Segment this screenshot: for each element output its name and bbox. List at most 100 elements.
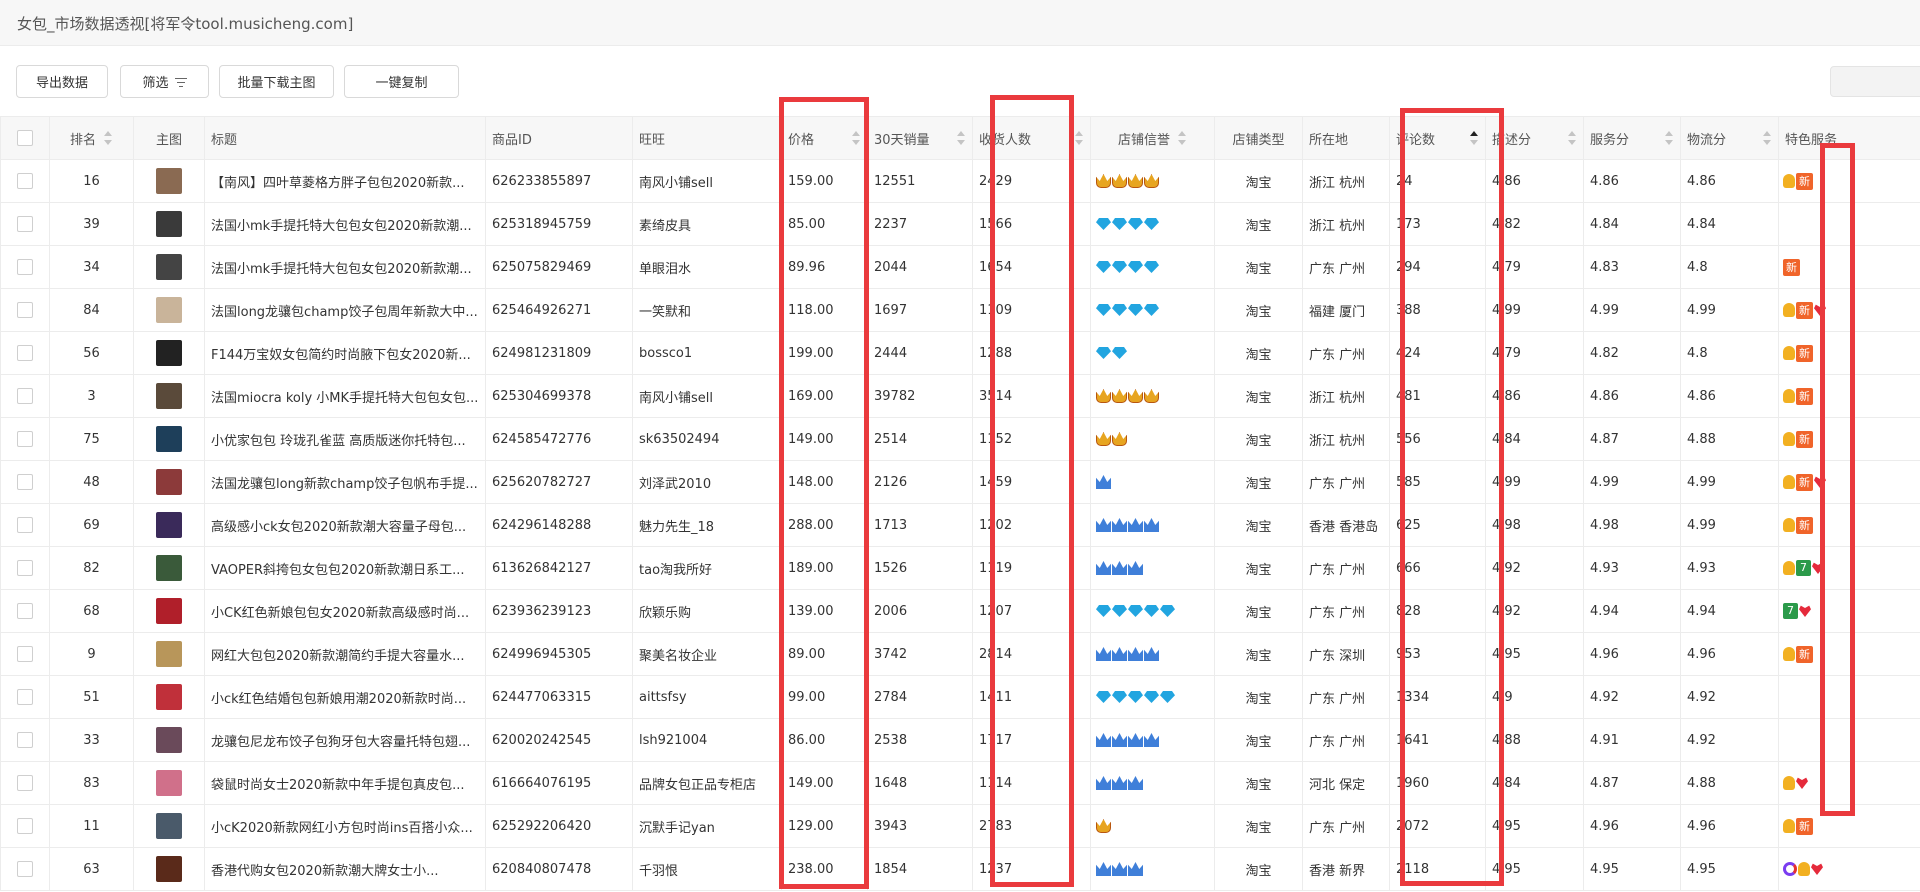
product-thumbnail[interactable] [156, 856, 182, 882]
reviews-cell: 666 [1389, 546, 1486, 590]
table-row[interactable]: 9 网红大包包2020新款潮简约手提大容量水... 624996945305 聚美名妆… [0, 632, 1920, 676]
product-thumbnail[interactable] [156, 168, 182, 194]
title-cell[interactable]: 法国小mk手提托特大包包女包2020新款潮... [204, 245, 486, 289]
col-buyers[interactable]: 收货人数 [972, 116, 1091, 160]
sort-asc-icon[interactable] [1470, 131, 1479, 145]
row-checkbox[interactable] [17, 818, 33, 834]
col-logistics-score[interactable]: 物流分 [1680, 116, 1779, 160]
title-cell[interactable]: 法国miocra koly 小MK手提托特大包包女包... [204, 374, 486, 418]
sort-icon[interactable] [1178, 131, 1187, 145]
title-cell[interactable]: 高级感小ck女包2020新款潮大容量子母包... [204, 503, 486, 547]
product-thumbnail[interactable] [156, 512, 182, 538]
product-thumbnail[interactable] [156, 426, 182, 452]
col-rank[interactable]: 排名 [49, 116, 134, 160]
table-row[interactable]: 16 【南风】四叶草菱格方胖子包包2020新款... 626233855897 南风小… [0, 159, 1920, 203]
product-thumbnail[interactable] [156, 727, 182, 753]
rank-cell: 9 [49, 632, 134, 676]
price-cell: 159.00 [781, 159, 868, 203]
table-row[interactable]: 56 F144万宝奴女包简约时尚腋下包女2020新... 624981231809 b… [0, 331, 1920, 375]
product-thumbnail[interactable] [156, 340, 182, 366]
col-service-score[interactable]: 服务分 [1583, 116, 1681, 160]
row-checkbox[interactable] [17, 646, 33, 662]
product-thumbnail[interactable] [156, 297, 182, 323]
price-cell: 89.00 [781, 632, 868, 676]
title-cell[interactable]: 小优家包包 玲珑孔雀蓝 高质版迷你托特包... [204, 417, 486, 461]
table-row[interactable]: 75 小优家包包 玲珑孔雀蓝 高质版迷你托特包... 624585472776 sk6… [0, 417, 1920, 461]
location-cell: 广东 广州 [1302, 804, 1390, 848]
table-row[interactable]: 48 法国龙骧包long新款champ饺子包帆布手提... 625620782727… [0, 460, 1920, 504]
title-cell[interactable]: 网红大包包2020新款潮简约手提大容量水... [204, 632, 486, 676]
row-checkbox[interactable] [17, 517, 33, 533]
product-thumbnail[interactable] [156, 254, 182, 280]
service-score-cell: 4.84 [1583, 202, 1681, 246]
col-reviews[interactable]: 评论数 [1389, 116, 1486, 160]
row-checkbox[interactable] [17, 689, 33, 705]
title-cell[interactable]: 法国龙骧包long新款champ饺子包帆布手提... [204, 460, 486, 504]
sort-icon[interactable] [1665, 131, 1674, 145]
product-thumbnail[interactable] [156, 770, 182, 796]
table-row[interactable]: 11 小cK2020新款网红小方包时尚ins百搭小众... 625292206420… [0, 804, 1920, 848]
table-row[interactable]: 51 小ck红色结婚包包新娘用潮2020新款时尚... 624477063315 ai… [0, 675, 1920, 719]
row-checkbox[interactable] [17, 603, 33, 619]
table-row[interactable]: 34 法国小mk手提托特大包包女包2020新款潮... 625075829469 单眼… [0, 245, 1920, 289]
product-thumbnail[interactable] [156, 813, 182, 839]
row-checkbox[interactable] [17, 388, 33, 404]
col-sales30[interactable]: 30天销量 [867, 116, 973, 160]
title-cell[interactable]: VAOPER斜挎包女包包2020新款潮日系工... [204, 546, 486, 590]
row-checkbox[interactable] [17, 431, 33, 447]
select-all-checkbox[interactable] [17, 130, 33, 146]
copy-all-button[interactable]: 一键复制 [344, 65, 459, 98]
col-credit[interactable]: 店铺信誉 [1090, 116, 1215, 160]
title-cell[interactable]: 【南风】四叶草菱格方胖子包包2020新款... [204, 159, 486, 203]
product-thumbnail[interactable] [156, 598, 182, 624]
table-row[interactable]: 83 袋鼠时尚女士2020新款中年手提包真皮包... 616664076195 品牌女… [0, 761, 1920, 805]
row-checkbox[interactable] [17, 474, 33, 490]
row-checkbox[interactable] [17, 775, 33, 791]
sort-icon[interactable] [1763, 131, 1772, 145]
col-price[interactable]: 价格 [781, 116, 868, 160]
product-thumbnail[interactable] [156, 469, 182, 495]
table-row[interactable]: 82 VAOPER斜挎包女包包2020新款潮日系工... 613626842127 t… [0, 546, 1920, 590]
sort-icon[interactable] [957, 131, 966, 145]
title-cell[interactable]: F144万宝奴女包简约时尚腋下包女2020新... [204, 331, 486, 375]
table-row[interactable]: 39 法国小mk手提托特大包包女包2020新款潮... 625318945759 素绮… [0, 202, 1920, 246]
row-checkbox[interactable] [17, 173, 33, 189]
table-row[interactable]: 68 小CK红色新娘包包女2020新款高级感时尚... 623936239123 欣颖… [0, 589, 1920, 633]
sort-icon[interactable] [852, 131, 861, 145]
row-checkbox[interactable] [17, 732, 33, 748]
title-cell[interactable]: 小CK红色新娘包包女2020新款高级感时尚... [204, 589, 486, 633]
product-thumbnail[interactable] [156, 555, 182, 581]
table-row[interactable]: 33 龙骧包尼龙布饺子包狗牙包大容量托特包翅... 620020242545 lsh9… [0, 718, 1920, 762]
row-checkbox[interactable] [17, 302, 33, 318]
title-cell[interactable]: 法国小mk手提托特大包包女包2020新款潮... [204, 202, 486, 246]
batch-download-button[interactable]: 批量下载主图 [219, 65, 334, 98]
product-thumbnail[interactable] [156, 641, 182, 667]
logistics-score-cell: 4.99 [1680, 460, 1779, 504]
diamond-icon [1144, 218, 1159, 230]
sort-icon[interactable] [1075, 131, 1084, 145]
table-row[interactable]: 63 香港代购女包2020新款潮大牌女士小... 620840807478 千羽恨 23… [0, 847, 1920, 891]
export-button[interactable]: 导出数据 [16, 65, 108, 98]
title-cell[interactable]: 龙骧包尼龙布饺子包狗牙包大容量托特包翅... [204, 718, 486, 762]
title-cell[interactable]: 香港代购女包2020新款潮大牌女士小... [204, 847, 486, 891]
title-cell[interactable]: 法国long龙骧包champ饺子包周年新款大中... [204, 288, 486, 332]
sort-icon[interactable] [1568, 131, 1577, 145]
row-checkbox[interactable] [17, 216, 33, 232]
table-row[interactable]: 69 高级感小ck女包2020新款潮大容量子母包... 624296148288 魅力… [0, 503, 1920, 547]
table-row[interactable]: 3 法国miocra koly 小MK手提托特大包包女包... 6253046993… [0, 374, 1920, 418]
product-thumbnail[interactable] [156, 211, 182, 237]
product-thumbnail[interactable] [156, 383, 182, 409]
filter-button[interactable]: 筛选 [120, 65, 209, 98]
col-desc-score[interactable]: 描述分 [1485, 116, 1584, 160]
product-thumbnail[interactable] [156, 684, 182, 710]
row-checkbox[interactable] [17, 861, 33, 877]
search-box[interactable] [1830, 66, 1920, 97]
table-row[interactable]: 84 法国long龙骧包champ饺子包周年新款大中... 625464926271… [0, 288, 1920, 332]
row-checkbox[interactable] [17, 345, 33, 361]
title-cell[interactable]: 小cK2020新款网红小方包时尚ins百搭小众... [204, 804, 486, 848]
row-checkbox[interactable] [17, 560, 33, 576]
title-cell[interactable]: 小ck红色结婚包包新娘用潮2020新款时尚... [204, 675, 486, 719]
sort-icon[interactable] [104, 131, 113, 145]
row-checkbox[interactable] [17, 259, 33, 275]
title-cell[interactable]: 袋鼠时尚女士2020新款中年手提包真皮包... [204, 761, 486, 805]
